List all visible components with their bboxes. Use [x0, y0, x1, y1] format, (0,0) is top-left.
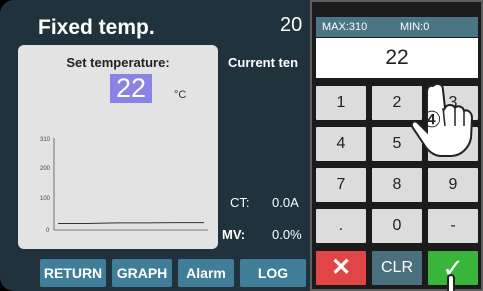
- temperature-chart: 310 200 100 0: [40, 137, 208, 234]
- y-tick-label: 0: [46, 228, 50, 234]
- cancel-button[interactable]: ✕: [316, 251, 366, 285]
- fixed-temp-screen: Fixed temp. 20 Set temperature: 22 °C 31…: [0, 0, 310, 291]
- temperature-series-line: [58, 222, 204, 224]
- y-tick-label: 100: [40, 196, 51, 202]
- page-title: Fixed temp.: [38, 16, 155, 39]
- screen: Fixed temp. 20 Set temperature: 22 °C 31…: [0, 0, 483, 291]
- key-4[interactable]: 4: [316, 127, 366, 161]
- alarm-button[interactable]: Alarm: [178, 259, 234, 287]
- mv-value: 0.0%: [272, 227, 302, 242]
- mv-label: MV:: [222, 227, 246, 242]
- key-7[interactable]: 7: [316, 168, 366, 202]
- log-button[interactable]: LOG: [240, 259, 306, 287]
- setpoint-panel: Set temperature: 22 °C 310 200 100 0: [18, 45, 218, 249]
- limits-bar: MAX:310 MIN:0: [316, 17, 478, 37]
- keypad-display: 22: [316, 38, 478, 78]
- y-tick-label: 310: [40, 137, 51, 143]
- return-button[interactable]: RETURN: [40, 259, 106, 287]
- unit-label: °C: [174, 89, 187, 101]
- ct-value: 0.0A: [272, 195, 299, 210]
- key-minus[interactable]: -: [428, 209, 478, 243]
- key-1[interactable]: 1: [316, 86, 366, 120]
- min-limit-label: MIN:0: [400, 21, 430, 33]
- current-temperature-label: Current ten: [228, 55, 299, 70]
- graph-button[interactable]: GRAPH: [112, 259, 172, 287]
- key-decimal[interactable]: .: [316, 209, 366, 243]
- step-marker: ④: [422, 108, 442, 133]
- key-0[interactable]: 0: [372, 209, 422, 243]
- max-limit-label: MAX:310: [322, 21, 368, 33]
- pointing-hand-icon: [447, 274, 455, 291]
- key-8[interactable]: 8: [372, 168, 422, 202]
- y-tick-label: 200: [40, 166, 51, 172]
- ct-label: CT:: [230, 195, 250, 210]
- set-temperature-value[interactable]: 22: [110, 74, 152, 103]
- key-9[interactable]: 9: [428, 168, 478, 202]
- set-temperature-label: Set temperature:: [66, 55, 170, 70]
- clock-display: 20: [280, 14, 303, 36]
- clear-button[interactable]: CLR: [372, 251, 422, 285]
